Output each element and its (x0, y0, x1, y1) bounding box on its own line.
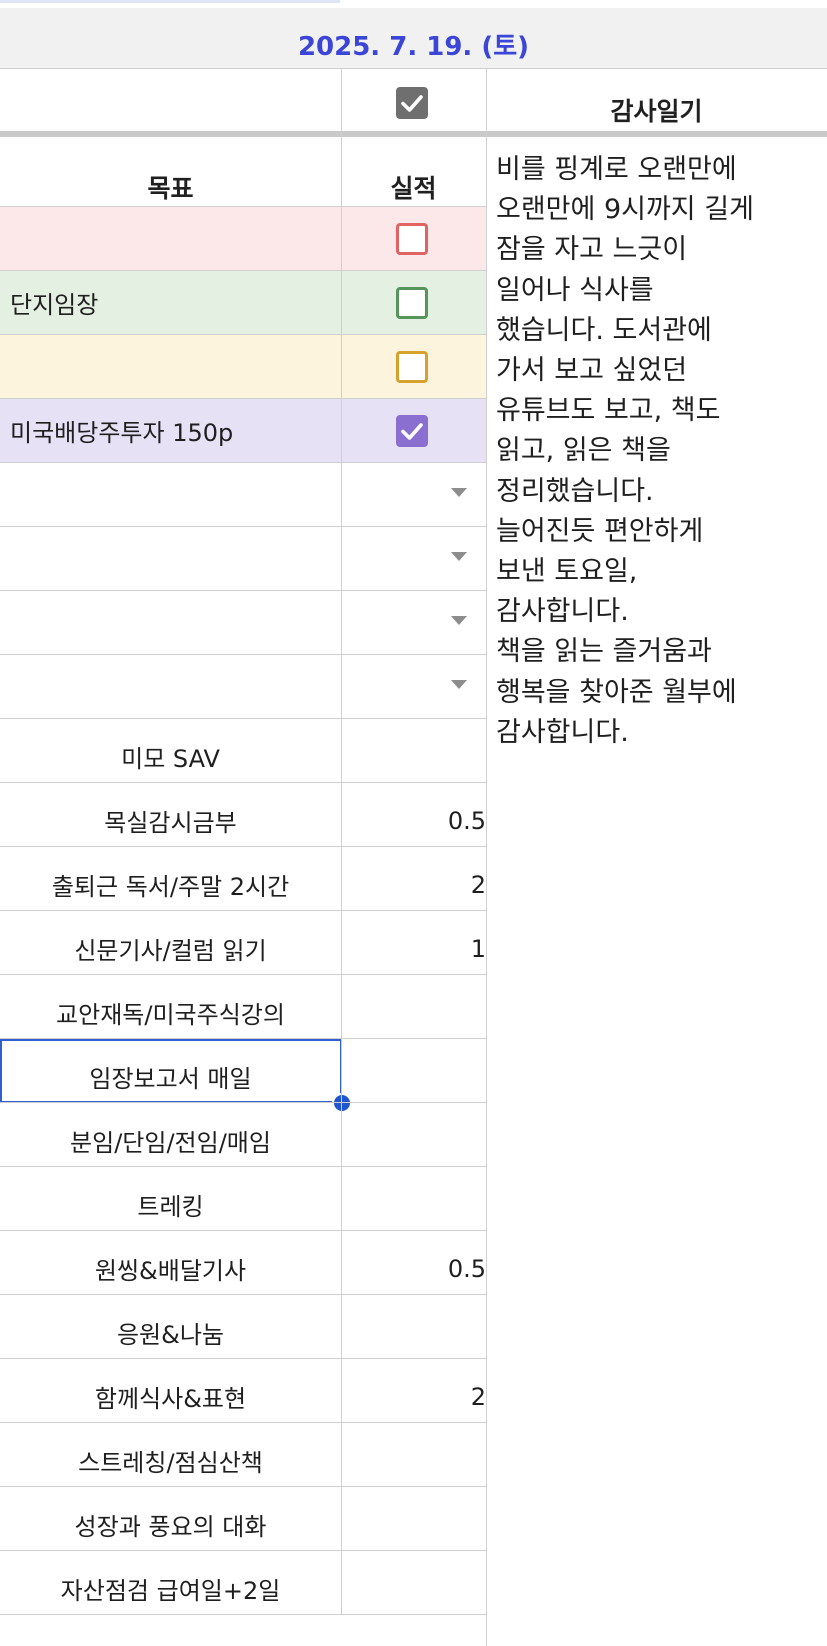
diary-line: 오랜만에 9시까지 길게 (496, 194, 754, 226)
diary-line: 비를 핑계로 오랜만에 (496, 154, 737, 185)
diary-line: 읽고, 읽은 책을 (496, 435, 671, 467)
habit-label[interactable]: 트레킹 (0, 1173, 341, 1236)
habit-value[interactable] (341, 1109, 498, 1172)
dropdown-arrow-icon[interactable] (451, 552, 467, 561)
row-divider (0, 68, 827, 69)
habit-label[interactable]: 함께식사&표현 (0, 1365, 341, 1428)
habit-label[interactable]: 교안재독/미국주식강의 (0, 981, 341, 1044)
habit-label[interactable]: 목실감시금부 (0, 789, 341, 852)
habit-label[interactable]: 원씽&배달기사 (0, 1237, 341, 1300)
row-divider (0, 910, 486, 911)
top-selection-edge (0, 0, 340, 3)
diary-line: 늘어진듯 편안하게 (496, 515, 704, 547)
habit-value[interactable] (341, 1429, 498, 1492)
date-header-row: 2025. 7. 19. (토) (0, 8, 827, 68)
diary-line: 가서 보고 싶었던 (496, 355, 688, 387)
goal-label[interactable] (0, 335, 351, 398)
habit-value[interactable] (341, 1301, 498, 1364)
header-checkbox[interactable] (396, 87, 428, 119)
diary-line: 책을 읽는 즐거움과 (496, 636, 712, 668)
row-divider (0, 1294, 486, 1295)
habit-value[interactable] (341, 1557, 498, 1620)
row-divider (0, 1166, 486, 1167)
row-divider (0, 1486, 486, 1487)
dropdown-arrow-icon[interactable] (451, 616, 467, 625)
row-divider (0, 1230, 486, 1231)
goal-checkbox[interactable] (396, 351, 428, 383)
goal-label[interactable] (0, 207, 351, 270)
habit-label[interactable]: 신문기사/컬럼 읽기 (0, 917, 341, 980)
habit-value[interactable] (341, 1045, 498, 1108)
result-column-header: 실적 (390, 174, 437, 203)
habit-value[interactable] (341, 981, 498, 1044)
goal-label[interactable]: 미국배당주투자 150p (0, 399, 351, 462)
row-divider (0, 1358, 486, 1359)
habit-label[interactable]: 스트레칭/점심산책 (0, 1429, 341, 1492)
diary-title: 감사일기 (610, 97, 703, 126)
diary-line: 유튜브도 보고, 책도 (496, 395, 721, 427)
selected-cell (0, 1039, 342, 1103)
habit-label[interactable]: 미모 SAV (0, 725, 341, 788)
row-divider (0, 1422, 486, 1423)
column-divider (486, 68, 487, 1646)
row-divider (0, 1102, 486, 1103)
diary-line: 보낸 토요일, (496, 556, 638, 588)
gratitude-diary-cell[interactable]: 비를 핑계로 오랜만에오랜만에 9시까지 길게잠을 자고 느긋이일어나 식사를했… (496, 150, 826, 753)
row-divider (0, 590, 486, 591)
diary-line: 정리했습니다. (496, 475, 654, 507)
row-divider (0, 462, 486, 463)
column-divider (341, 68, 342, 1615)
diary-line: 일어나 식사를 (496, 274, 654, 306)
diary-line: 행복을 찾아준 월부에 (496, 676, 737, 708)
habit-label[interactable]: 분임/단임/전임/매임 (0, 1109, 341, 1172)
row-divider (0, 1614, 486, 1615)
habit-value[interactable] (341, 1173, 498, 1236)
habit-value[interactable] (341, 1493, 498, 1556)
goal-checkbox[interactable] (396, 223, 428, 255)
goal-checkbox[interactable] (396, 415, 428, 447)
habit-label[interactable]: 성장과 풍요의 대화 (0, 1493, 341, 1556)
habit-value[interactable] (341, 725, 498, 788)
dropdown-arrow-icon[interactable] (451, 680, 467, 689)
habit-label[interactable]: 응원&나눔 (0, 1301, 341, 1364)
dropdown-arrow-icon[interactable] (451, 488, 467, 497)
diary-line: 했습니다. 도서관에 (496, 314, 712, 346)
row-divider (0, 974, 486, 975)
habit-value[interactable]: 2 (341, 853, 498, 916)
diary-line: 감사합니다. (496, 716, 629, 748)
row-divider (0, 1550, 486, 1551)
row-divider (0, 846, 486, 847)
habit-value[interactable]: 0.5 (341, 789, 498, 852)
habit-value[interactable]: 0.5 (341, 1237, 498, 1300)
row-divider (0, 718, 486, 719)
habit-value[interactable]: 1 (341, 917, 498, 980)
goal-checkbox[interactable] (396, 287, 428, 319)
goal-label[interactable]: 단지임장 (0, 271, 351, 334)
row-divider (0, 782, 486, 783)
frozen-divider (0, 131, 827, 137)
row-divider (0, 654, 486, 655)
habit-label[interactable]: 자산점검 급여일+2일 (0, 1557, 341, 1620)
row-divider (0, 526, 486, 527)
diary-line: 잠을 자고 느긋이 (496, 234, 688, 266)
habit-value[interactable]: 2 (341, 1365, 498, 1428)
diary-line: 감사합니다. (496, 596, 629, 628)
date-header[interactable]: 2025. 7. 19. (토) (0, 26, 827, 63)
goal-column-header: 목표 (147, 174, 194, 203)
habit-label[interactable]: 출퇴근 독서/주말 2시간 (0, 853, 341, 916)
top-strip (0, 0, 827, 8)
